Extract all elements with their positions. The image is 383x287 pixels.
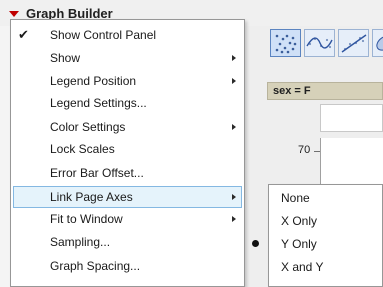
menu-item-label: Legend Settings... <box>50 96 147 110</box>
line-of-fit-icon <box>341 34 367 53</box>
submenu-arrow-icon <box>232 55 236 61</box>
menu-item-label: Link Page Axes <box>50 190 133 204</box>
group-header-label: sex = F <box>273 85 311 97</box>
y-axis-tick-label: 70 <box>298 144 311 156</box>
menu-item-lock-scales[interactable]: Lock Scales <box>13 138 242 160</box>
menu-item-label: Show Control Panel <box>50 28 157 42</box>
selected-radio-dot-icon <box>252 240 259 247</box>
submenu-item-label: Y Only <box>281 237 317 251</box>
smoother-icon <box>306 37 333 49</box>
menu-item-legend-settings[interactable]: Legend Settings... <box>13 92 242 114</box>
group-header: sex = F <box>267 82 383 100</box>
submenu-item-x-only[interactable]: X Only <box>271 210 381 232</box>
submenu-arrow-icon <box>232 78 236 84</box>
points-icon <box>275 34 297 54</box>
menu-item-label: Show <box>50 51 81 65</box>
points-element-button[interactable] <box>270 29 301 57</box>
submenu-item-x-and-y[interactable]: X and Y <box>271 256 381 278</box>
link-page-axes-submenu: None X Only Y Only X and Y <box>268 184 383 287</box>
menu-item-show[interactable]: Show <box>13 47 242 69</box>
menu-item-label: Legend Position <box>50 74 137 88</box>
menu-item-legend-position[interactable]: Legend Position <box>13 70 242 92</box>
menu-item-label: Lock Scales <box>50 142 115 156</box>
red-triangle-menu-icon[interactable] <box>9 11 19 17</box>
ellipse-icon <box>376 35 383 51</box>
smoother-element-button[interactable] <box>304 29 335 57</box>
menu-item-label: Sampling... <box>50 235 111 249</box>
menu-item-color-settings[interactable]: Color Settings <box>13 116 242 138</box>
menu-item-link-page-axes[interactable]: Link Page Axes <box>13 186 242 208</box>
menu-item-error-bar-offset[interactable]: Error Bar Offset... <box>13 162 242 184</box>
menu-item-graph-spacing[interactable]: Graph Spacing... <box>13 255 242 277</box>
ellipse-element-button[interactable] <box>372 29 383 57</box>
submenu-item-none[interactable]: None <box>271 187 381 209</box>
submenu-gutter <box>269 185 270 286</box>
graph-builder-options-menu: ✔ Show Control Panel Show Legend Positio… <box>10 19 245 287</box>
submenu-item-label: None <box>281 191 310 205</box>
submenu-item-label: X and Y <box>281 260 324 274</box>
plot-title-area <box>320 104 383 132</box>
submenu-arrow-icon <box>232 194 236 200</box>
line-of-fit-element-button[interactable] <box>338 29 369 57</box>
menu-item-label: Color Settings <box>50 120 126 134</box>
menu-item-label: Fit to Window <box>50 212 123 226</box>
menu-item-label: Error Bar Offset... <box>50 166 144 180</box>
menu-item-fit-to-window[interactable]: Fit to Window <box>13 208 242 230</box>
menu-item-label: Graph Spacing... <box>50 259 141 273</box>
menu-item-show-control-panel[interactable]: ✔ Show Control Panel <box>13 24 242 46</box>
menu-item-sampling[interactable]: Sampling... <box>13 231 242 253</box>
checkmark-icon: ✔ <box>18 27 29 42</box>
submenu-arrow-icon <box>232 216 236 222</box>
submenu-arrow-icon <box>232 124 236 130</box>
submenu-item-label: X Only <box>281 214 318 228</box>
submenu-item-y-only[interactable]: Y Only <box>271 233 381 255</box>
